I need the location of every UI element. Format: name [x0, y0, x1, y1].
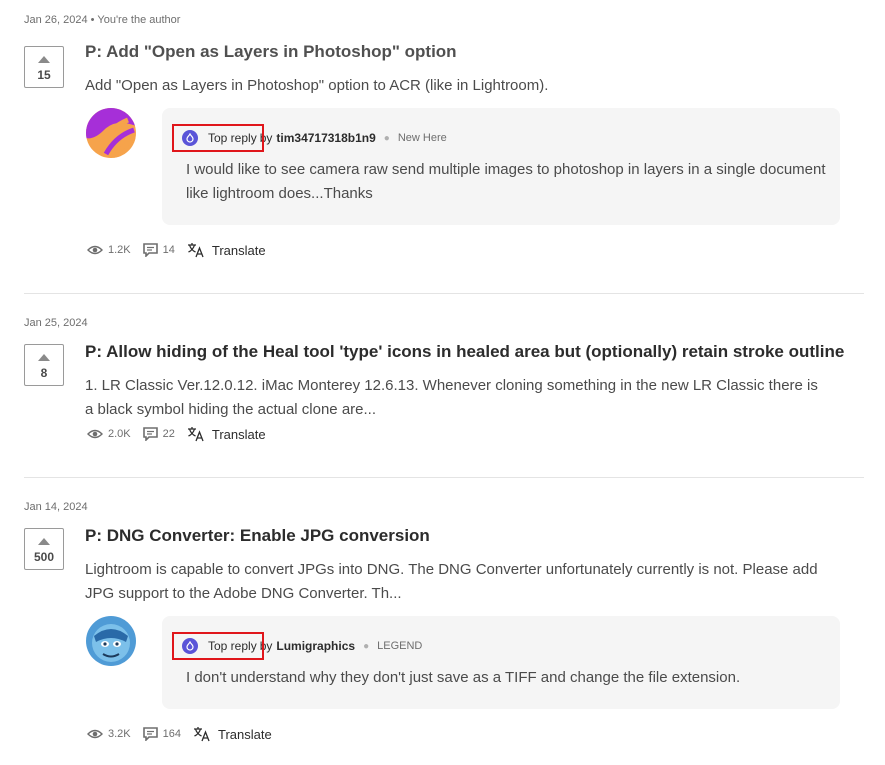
user-rank: New Here [397, 132, 447, 144]
upvote-arrow-icon [38, 538, 50, 545]
eye-icon [87, 729, 103, 739]
views-stat: 1.2K [87, 244, 131, 256]
reply-username[interactable]: tim34717318b1n9 [276, 131, 375, 145]
upvote-button[interactable]: 15 [24, 46, 64, 88]
translate-button[interactable]: Translate [187, 426, 266, 442]
avatar[interactable] [86, 108, 136, 158]
translate-button[interactable]: Translate [187, 242, 266, 258]
views-stat: 2.0K [87, 428, 131, 440]
post-stats: 3.2K 164 Translate [87, 726, 272, 742]
top-reply-highlight [172, 124, 264, 152]
top-reply-highlight [172, 632, 264, 660]
comments-stat: 164 [142, 727, 181, 741]
vote-count: 8 [40, 366, 48, 380]
translate-icon [187, 427, 204, 442]
community-feed: Jan 26, 2024 • You're the author 15 P: A… [0, 0, 885, 765]
separator-dot: ● [363, 640, 370, 652]
author-note: You're the author [97, 14, 181, 26]
comments-stat: 22 [142, 427, 175, 441]
post-date: Jan 25, 2024 [24, 317, 88, 329]
comments-stat: 14 [142, 243, 175, 257]
translate-button[interactable]: Translate [193, 726, 272, 742]
comment-icon [142, 427, 158, 441]
eye-icon [87, 429, 103, 439]
separator-dot: ● [383, 132, 390, 144]
translate-icon [187, 243, 204, 258]
post-excerpt: Add "Open as Layers in Photoshop" option… [85, 77, 549, 94]
reply-username[interactable]: Lumigraphics [276, 639, 355, 653]
upvote-button[interactable]: 8 [24, 344, 64, 386]
post-stats: 2.0K 22 Translate [87, 426, 266, 442]
top-reply-card: Top reply by Lumigraphics ● LEGEND I don… [162, 616, 840, 709]
upvote-arrow-icon [38, 354, 50, 361]
avatar[interactable] [86, 616, 136, 666]
eye-icon [87, 245, 103, 255]
post-excerpt: 1. LR Classic Ver.12.0.12. iMac Monterey… [85, 377, 818, 418]
post-date: Jan 26, 2024 • You're the author [24, 14, 181, 26]
comment-icon [142, 727, 158, 741]
top-reply-card: Top reply by tim34717318b1n9 ● New Here … [162, 108, 840, 225]
reply-text: I would like to see camera raw send mult… [186, 161, 826, 202]
vote-count: 15 [37, 68, 51, 82]
upvote-button[interactable]: 500 [24, 528, 64, 570]
post-title[interactable]: P: Allow hiding of the Heal tool 'type' … [85, 342, 844, 362]
post-title[interactable]: P: Add "Open as Layers in Photoshop" opt… [85, 42, 457, 62]
post-title[interactable]: P: DNG Converter: Enable JPG conversion [85, 526, 430, 546]
vote-count: 500 [33, 550, 55, 564]
translate-icon [194, 727, 210, 742]
post-divider [24, 477, 864, 478]
post-excerpt: Lightroom is capable to convert JPGs int… [85, 561, 818, 602]
post-date: Jan 14, 2024 [24, 501, 88, 513]
reply-text: I don't understand why they don't just s… [186, 669, 741, 686]
comment-icon [142, 243, 158, 257]
post-divider [24, 293, 864, 294]
user-rank: LEGEND [377, 640, 423, 652]
upvote-arrow-icon [38, 56, 50, 63]
post-stats: 1.2K 14 Translate [87, 242, 266, 258]
views-stat: 3.2K [87, 728, 131, 740]
